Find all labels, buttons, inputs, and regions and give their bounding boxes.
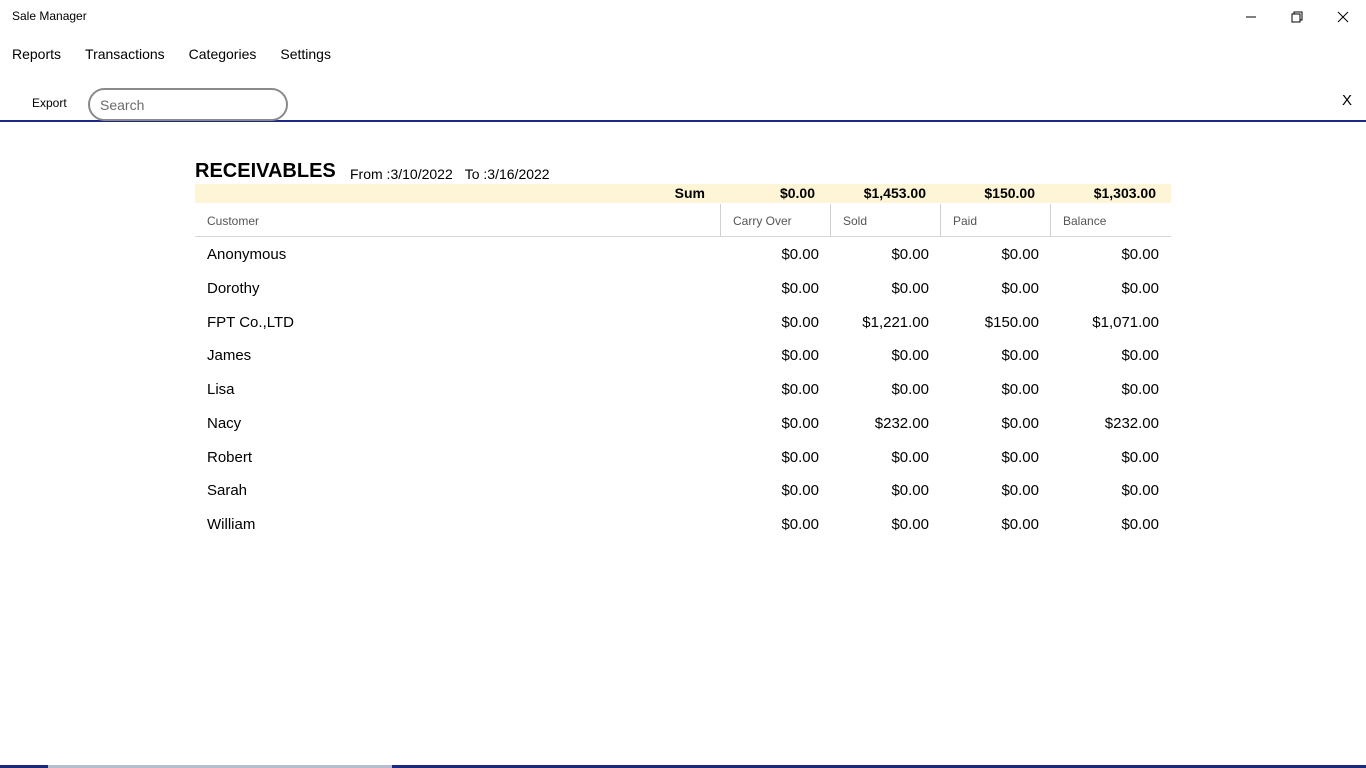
restore-icon (1291, 11, 1303, 23)
menu-item-settings[interactable]: Settings (268, 42, 343, 70)
cell-customer: FPT Co.,LTD (207, 313, 294, 331)
cell-carry-over: $0.00 (781, 279, 819, 297)
menu-bar: Reports Transactions Categories Settings (0, 42, 343, 70)
cell-balance: $232.00 (1104, 414, 1159, 432)
sum-carry-over: $0.00 (779, 185, 815, 201)
cell-carry-over: $0.00 (781, 516, 819, 533)
column-header-sold[interactable]: Sold (830, 204, 940, 237)
title-bar: Sale Manager (0, 0, 1366, 34)
column-header-paid[interactable]: Paid (940, 204, 1050, 237)
app-title: Sale Manager (12, 9, 87, 23)
cell-customer: Sarah (207, 482, 248, 500)
cell-customer: William (207, 516, 256, 533)
cell-carry-over: $0.00 (781, 347, 819, 365)
cell-sold: $0.00 (891, 516, 929, 533)
sum-balance: $1,303.00 (1093, 185, 1156, 201)
cell-paid: $0.00 (1001, 482, 1039, 500)
sum-label: Sum (674, 185, 705, 201)
cell-paid: $0.00 (1001, 347, 1039, 365)
cell-sold: $232.00 (874, 414, 929, 432)
column-header-carry-over[interactable]: Carry Over (720, 204, 830, 237)
search-input[interactable] (88, 88, 288, 121)
column-header-customer[interactable]: Customer (195, 204, 720, 237)
table-row[interactable]: Anonymous $0.00 $0.00 $0.00 $0.00 (195, 238, 1171, 272)
menu-item-reports[interactable]: Reports (0, 42, 73, 70)
sum-paid: $150.00 (984, 185, 1035, 201)
table-row[interactable]: Sarah $0.00 $0.00 $0.00 $0.00 (195, 474, 1171, 508)
cell-paid: $0.00 (1001, 279, 1039, 297)
table-body: Anonymous $0.00 $0.00 $0.00 $0.00 Doroth… (195, 238, 1171, 542)
cell-customer: James (207, 347, 252, 365)
cell-customer: Dorothy (207, 279, 260, 297)
cell-carry-over: $0.00 (781, 482, 819, 500)
cell-paid: $0.00 (1001, 414, 1039, 432)
column-header-balance[interactable]: Balance (1050, 204, 1171, 237)
cell-balance: $0.00 (1121, 516, 1159, 533)
cell-sold: $0.00 (891, 448, 929, 466)
cell-carry-over: $0.00 (781, 414, 819, 432)
cell-paid: $0.00 (1001, 381, 1039, 398)
cell-balance: $0.00 (1121, 347, 1159, 365)
cell-sold: $0.00 (891, 279, 929, 297)
table-header: Customer Carry Over Sold Paid Balance (195, 204, 1171, 237)
cell-customer: Nacy (207, 414, 242, 432)
cell-balance: $0.00 (1121, 381, 1159, 398)
cell-paid: $150.00 (984, 313, 1039, 331)
sum-row: Sum $0.00 $1,453.00 $150.00 $1,303.00 (195, 184, 1171, 203)
minimize-icon (1246, 16, 1256, 18)
table-row[interactable]: Dorothy $0.00 $0.00 $0.00 $0.00 (195, 272, 1171, 306)
cell-balance: $0.00 (1121, 279, 1159, 297)
cell-customer: Lisa (207, 381, 235, 398)
menu-item-transactions[interactable]: Transactions (73, 42, 177, 70)
sum-sold: $1,453.00 (863, 185, 926, 201)
table-row[interactable]: James $0.00 $0.00 $0.00 $0.00 (195, 339, 1171, 373)
cell-customer: Anonymous (207, 246, 287, 263)
table-row[interactable]: FPT Co.,LTD $0.00 $1,221.00 $150.00 $1,0… (195, 306, 1171, 340)
cell-sold: $0.00 (891, 347, 929, 365)
window-close-button[interactable] (1320, 0, 1366, 34)
cell-customer: Robert (207, 448, 253, 466)
to-date: To :3/16/2022 (464, 166, 550, 182)
cell-carry-over: $0.00 (781, 313, 819, 331)
from-date: From :3/10/2022 (350, 166, 453, 182)
cell-carry-over: $0.00 (781, 448, 819, 466)
cell-paid: $0.00 (1001, 448, 1039, 466)
date-range: From :3/10/2022 To :3/16/2022 (350, 166, 550, 182)
table-row[interactable]: Lisa $0.00 $0.00 $0.00 $0.00 (195, 373, 1171, 407)
close-icon (1337, 11, 1349, 23)
cell-balance: $1,071.00 (1092, 313, 1159, 331)
cell-sold: $0.00 (891, 381, 929, 398)
toolbar: Export X (0, 84, 1366, 122)
cell-sold: $0.00 (891, 482, 929, 500)
menu-item-categories[interactable]: Categories (177, 42, 269, 70)
cell-balance: $0.00 (1121, 246, 1159, 263)
cell-carry-over: $0.00 (781, 381, 819, 398)
cell-balance: $0.00 (1121, 482, 1159, 500)
table-row[interactable]: Robert $0.00 $0.00 $0.00 $0.00 (195, 441, 1171, 475)
cell-carry-over: $0.00 (781, 246, 819, 263)
minimize-button[interactable] (1228, 0, 1274, 34)
cell-balance: $0.00 (1121, 448, 1159, 466)
cell-sold: $1,221.00 (862, 313, 929, 331)
cell-paid: $0.00 (1001, 516, 1039, 533)
restore-button[interactable] (1274, 0, 1320, 34)
table-row[interactable]: William $0.00 $0.00 $0.00 $0.00 (195, 508, 1171, 542)
table-row[interactable]: Nacy $0.00 $232.00 $0.00 $232.00 (195, 407, 1171, 441)
close-report-button[interactable]: X (1342, 92, 1352, 109)
cell-sold: $0.00 (891, 246, 929, 263)
export-button[interactable]: Export (24, 94, 75, 112)
report-title: RECEIVABLES (195, 160, 336, 182)
cell-paid: $0.00 (1001, 246, 1039, 263)
